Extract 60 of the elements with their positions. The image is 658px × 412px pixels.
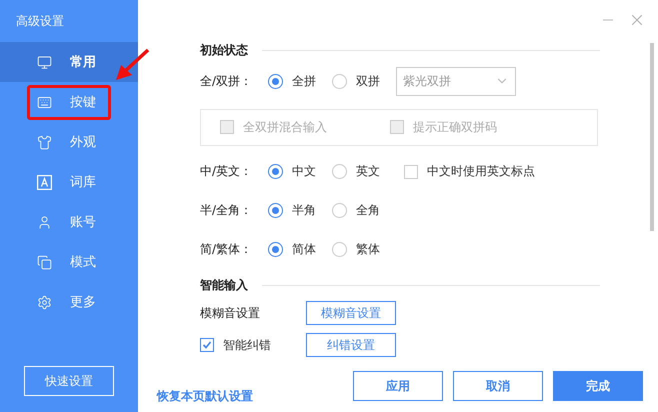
user-icon — [37, 214, 52, 230]
checkbox[interactable] — [200, 338, 214, 352]
sidebar-item[interactable]: 更多 — [0, 282, 138, 322]
checkbox-label: 提示正确双拼码 — [413, 118, 497, 136]
option-label: 中文 — [292, 163, 316, 180]
option-label: 英文 — [356, 163, 380, 180]
dropdown-value: 紫光双拼 — [403, 72, 451, 90]
radio-button[interactable] — [268, 242, 283, 257]
settings-icon — [37, 294, 52, 310]
checkbox-label: 智能纠错 — [223, 336, 271, 354]
sidebar-item[interactable]: 词库 — [0, 162, 138, 202]
option-label: 繁体 — [356, 240, 380, 258]
sidebar-item-label: 词库 — [70, 174, 96, 191]
field-label: 简/繁体： — [200, 240, 254, 258]
checkbox-label: 中文时使用英文标点 — [427, 163, 535, 180]
dialog-button[interactable]: 取消 — [453, 371, 543, 401]
section-title: 初始状态 — [200, 42, 248, 60]
quick-settings-button[interactable]: 快速设置 — [24, 366, 114, 396]
field-label: 模糊音设置 — [200, 304, 261, 322]
dialog-button[interactable]: 完成 — [553, 371, 643, 401]
sidebar-item[interactable]: 常用 — [0, 42, 138, 82]
field-label: 全/双拼： — [200, 72, 254, 90]
option-label: 简体 — [292, 240, 316, 258]
sidebar-item-label: 外观 — [70, 134, 96, 151]
field-label: 中/英文： — [200, 163, 254, 180]
sidebar-item-label: 模式 — [70, 254, 96, 271]
checkbox[interactable] — [404, 164, 418, 179]
shirt-icon — [37, 134, 52, 150]
sidebar-item[interactable]: 模式 — [0, 242, 138, 282]
option-label: 双拼 — [356, 72, 380, 90]
field-label: 半/全角： — [200, 202, 254, 219]
option-label: 全拼 — [292, 72, 316, 90]
sidebar-item[interactable]: 账号 — [0, 202, 138, 242]
settings-button[interactable]: 模糊音设置 — [306, 301, 396, 326]
radio-button[interactable] — [332, 74, 347, 89]
dialog-button[interactable]: 应用 — [353, 371, 443, 401]
radio-button[interactable] — [268, 202, 283, 218]
radio-button[interactable] — [332, 202, 347, 218]
monitor-icon — [37, 54, 52, 70]
sidebar-item-label: 常用 — [70, 54, 96, 71]
sidebar-item-label: 账号 — [70, 214, 96, 231]
restore-defaults-link[interactable]: 恢复本页默认设置 — [157, 388, 253, 404]
settings-button[interactable]: 纠错设置 — [306, 333, 396, 358]
sidebar-item-label: 按键 — [70, 94, 96, 111]
sidebar-title: 高级设置 — [15, 13, 65, 30]
radio-button[interactable] — [268, 164, 283, 180]
option-label: 半角 — [292, 202, 316, 219]
keyboard-icon — [37, 94, 52, 110]
sidebar-item[interactable]: 按键 — [0, 82, 138, 122]
checkbox-label: 全双拼混合输入 — [243, 118, 327, 136]
section-title: 智能输入 — [200, 276, 248, 294]
letter-box-icon — [37, 174, 52, 190]
sidebar-item[interactable]: 外观 — [0, 122, 138, 162]
sidebar-item-label: 更多 — [70, 294, 96, 311]
radio-button[interactable] — [332, 242, 347, 257]
option-label: 全角 — [356, 202, 380, 219]
scrollbar[interactable] — [650, 43, 654, 231]
pages-icon — [37, 254, 52, 270]
radio-button[interactable] — [332, 164, 347, 180]
radio-button[interactable] — [268, 74, 283, 89]
